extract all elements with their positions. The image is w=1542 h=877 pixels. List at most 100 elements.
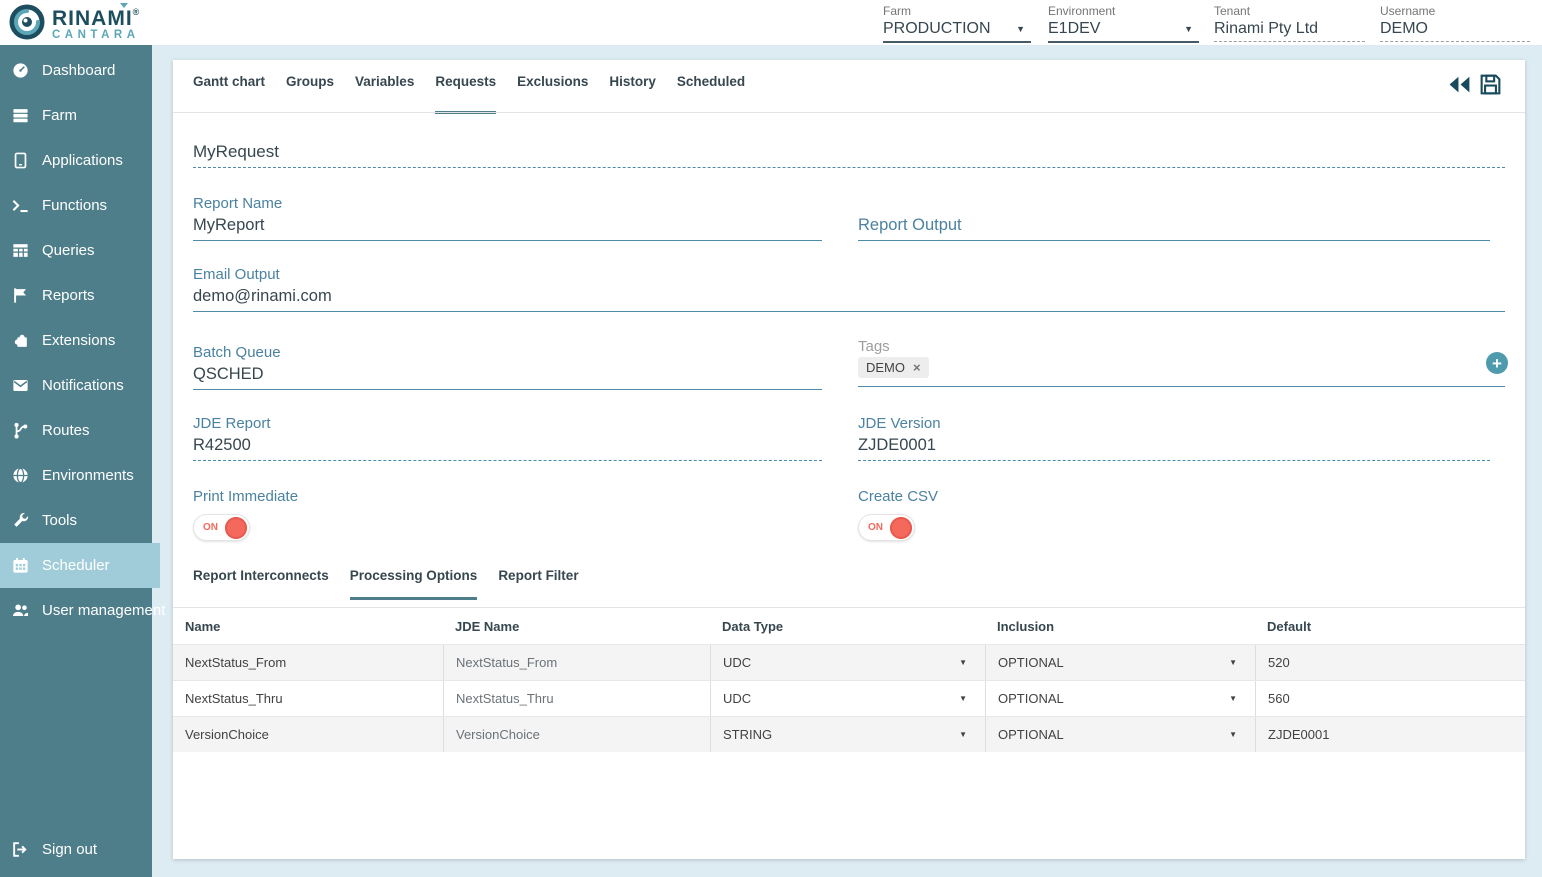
jde-report-field[interactable]: JDE Report R42500 (193, 415, 822, 461)
sidebar-item-label: Applications (42, 152, 123, 169)
sidebar-item-environments[interactable]: Environments (0, 453, 152, 498)
save-button[interactable] (1478, 72, 1503, 102)
subtab-bar: Report Interconnects Processing Options … (193, 568, 579, 600)
report-name-label: Report Name (193, 195, 822, 212)
cell-name: VersionChoice (173, 717, 443, 752)
dropdown-arrow-icon: ▼ (1229, 730, 1237, 739)
cell-data-type-select[interactable]: UDC▼ (710, 681, 985, 716)
cell-inclusion-select[interactable]: OPTIONAL▼ (985, 645, 1255, 680)
sign-out-icon (10, 840, 30, 860)
sidebar-item-applications[interactable]: Applications (0, 138, 152, 183)
tab-scheduled[interactable]: Scheduled (677, 74, 745, 114)
table-row: NextStatus_Thru NextStatus_Thru UDC▼ OPT… (173, 680, 1525, 716)
tab-gantt-chart[interactable]: Gantt chart (193, 74, 265, 114)
tag-remove-icon[interactable]: × (913, 360, 921, 375)
print-immediate-field: Print Immediate ON (193, 488, 298, 541)
tags-field[interactable]: Tags DEMO × (858, 338, 1505, 387)
create-csv-toggle[interactable]: ON (858, 514, 915, 541)
environment-label: Environment (1048, 4, 1199, 18)
chevron-down-icon: ▼ (1016, 24, 1025, 34)
tenant-label: Tenant (1214, 4, 1365, 18)
processing-options-table: Name JDE Name Data Type Inclusion Defaul… (173, 608, 1525, 752)
toggle-on-label: ON (868, 522, 883, 533)
tabs-divider (173, 112, 1525, 113)
request-detail-panel: Gantt chart Groups Variables Requests Ex… (173, 60, 1525, 859)
globe-icon (10, 466, 30, 486)
tab-requests[interactable]: Requests (435, 74, 496, 114)
cell-default[interactable]: 520 (1255, 645, 1525, 680)
jde-version-value: ZJDE0001 (858, 436, 1490, 461)
wrench-icon (10, 511, 30, 531)
cell-default[interactable]: ZJDE0001 (1255, 717, 1525, 752)
jde-report-value: R42500 (193, 436, 822, 461)
top-bar: RINAMI® CANTARA Farm PRODUCTION▼ Environ… (0, 0, 1542, 45)
table-row: NextStatus_From NextStatus_From UDC▼ OPT… (173, 644, 1525, 680)
cell-inclusion-select[interactable]: OPTIONAL▼ (985, 681, 1255, 716)
batch-queue-field[interactable]: Batch Queue QSCHED (193, 344, 822, 390)
server-icon (10, 106, 30, 126)
sidebar-item-tools[interactable]: Tools (0, 498, 152, 543)
report-name-field[interactable]: Report Name MyReport (193, 195, 822, 241)
jde-version-field[interactable]: JDE Version ZJDE0001 (858, 415, 1490, 461)
sidebar-item-dashboard[interactable]: Dashboard (0, 48, 152, 93)
subtab-processing-options[interactable]: Processing Options (350, 568, 478, 600)
sidebar-item-scheduler[interactable]: Scheduler (0, 543, 160, 588)
table-header-row: Name JDE Name Data Type Inclusion Defaul… (173, 608, 1525, 644)
cell-data-type-select[interactable]: UDC▼ (710, 645, 985, 680)
email-output-field[interactable]: Email Output demo@rinami.com (193, 266, 1505, 312)
sidebar-item-routes[interactable]: Routes (0, 408, 152, 453)
username-field[interactable]: Username DEMO (1380, 4, 1530, 42)
report-output-field[interactable]: Report Output (858, 216, 1490, 241)
cell-data-type-select[interactable]: STRING▼ (710, 717, 985, 752)
tab-history[interactable]: History (609, 74, 656, 114)
tab-exclusions[interactable]: Exclusions (517, 74, 588, 114)
cell-name: NextStatus_Thru (173, 681, 443, 716)
environment-value: E1DEV (1048, 20, 1100, 38)
envelope-icon (10, 376, 30, 396)
sidebar-item-notifications[interactable]: Notifications (0, 363, 152, 408)
tab-variables[interactable]: Variables (355, 74, 414, 114)
dropdown-arrow-icon: ▼ (959, 730, 967, 739)
environment-select[interactable]: Environment E1DEV▼ (1048, 4, 1199, 43)
sidebar-item-farm[interactable]: Farm (0, 93, 152, 138)
revert-button[interactable] (1447, 72, 1472, 102)
subtab-report-interconnects[interactable]: Report Interconnects (193, 568, 329, 600)
tag-chip-label: DEMO (866, 360, 905, 375)
branch-icon (10, 421, 30, 441)
sidebar-item-label: Notifications (42, 377, 124, 394)
sidebar-item-user-management[interactable]: User management (0, 588, 152, 633)
rinami-swirl-icon (8, 3, 46, 46)
report-output-placeholder: Report Output (858, 216, 1490, 241)
subtab-report-filter[interactable]: Report Filter (498, 568, 578, 600)
sidebar-item-reports[interactable]: Reports (0, 273, 152, 318)
brand-tick-icon (120, 3, 128, 8)
tab-bar: Gantt chart Groups Variables Requests Ex… (193, 74, 745, 114)
request-name-value: MyRequest (193, 142, 1505, 167)
farm-select[interactable]: Farm PRODUCTION▼ (883, 4, 1031, 43)
terminal-icon (10, 196, 30, 216)
tab-groups[interactable]: Groups (286, 74, 334, 114)
toggle-knob (225, 517, 247, 539)
toggle-knob (890, 517, 912, 539)
cell-inclusion-select[interactable]: OPTIONAL▼ (985, 717, 1255, 752)
dropdown-arrow-icon: ▼ (1229, 658, 1237, 667)
sign-out-button[interactable]: Sign out (0, 827, 152, 872)
sidebar-item-label: Scheduler (42, 557, 110, 574)
cell-default[interactable]: 560 (1255, 681, 1525, 716)
cell-jde-name: VersionChoice (443, 717, 710, 752)
sidebar-item-functions[interactable]: Functions (0, 183, 152, 228)
email-output-value: demo@rinami.com (193, 287, 1505, 312)
batch-queue-label: Batch Queue (193, 344, 822, 361)
table-icon (10, 241, 30, 261)
tenant-field[interactable]: Tenant Rinami Pty Ltd (1214, 4, 1365, 42)
cell-jde-name: NextStatus_From (443, 645, 710, 680)
add-tag-button[interactable]: + (1486, 352, 1508, 374)
sidebar-item-queries[interactable]: Queries (0, 228, 152, 273)
print-immediate-toggle[interactable]: ON (193, 514, 250, 541)
request-name-input[interactable]: MyRequest (193, 142, 1505, 168)
brand-logo[interactable]: RINAMI® CANTARA (8, 3, 140, 46)
brand-subname: CANTARA (52, 30, 140, 42)
users-icon (10, 601, 30, 621)
batch-queue-value: QSCHED (193, 365, 822, 390)
sidebar-item-extensions[interactable]: Extensions (0, 318, 152, 363)
